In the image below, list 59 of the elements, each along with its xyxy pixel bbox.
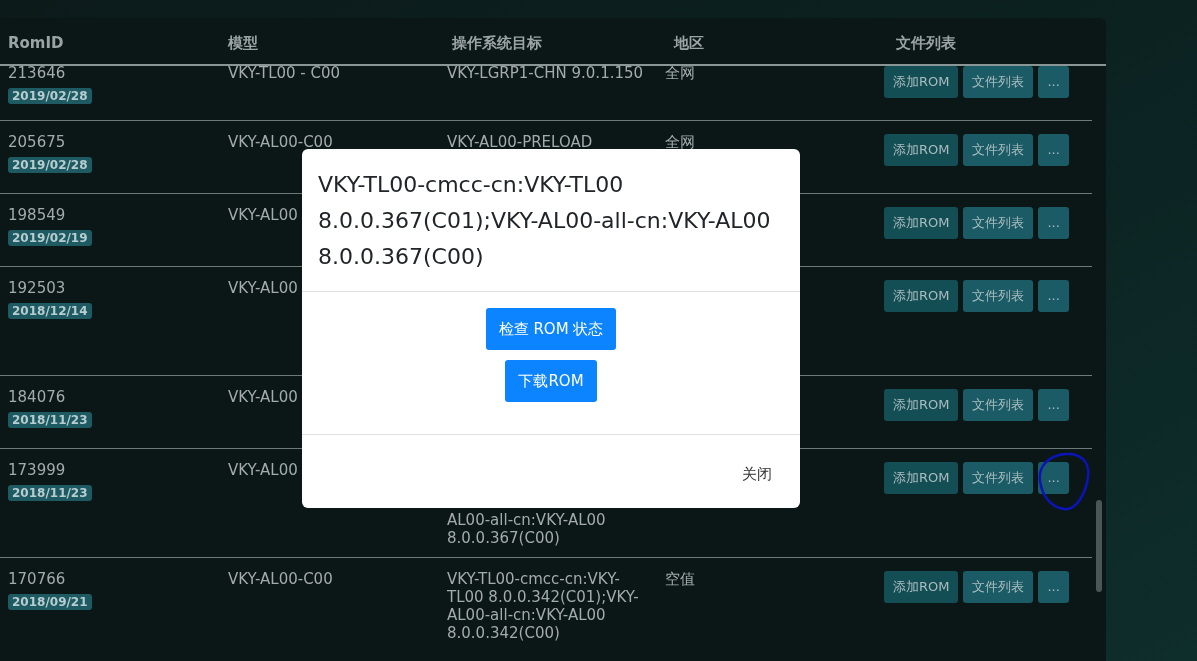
add-rom-button[interactable]: 添加ROM	[884, 462, 959, 494]
add-rom-button[interactable]: 添加ROM	[884, 134, 959, 166]
rom-id: 184076	[8, 388, 66, 406]
column-header: 地区	[674, 33, 704, 54]
date-badge: 2018/11/23	[8, 412, 92, 428]
date-badge: 2019/02/28	[8, 157, 92, 173]
os-target-text: AL00-all-cn:VKY-AL00 8.0.0.367(C00)	[447, 511, 607, 547]
os-target-text: VKY-LGRP1-CHN 9.0.1.150	[447, 64, 645, 82]
os-target-text: VKY-TL00-cmcc-cn:VKY-TL00 8.0.0.342(C01);VKY-AL00-all-cn:VKY-AL00 8.0.0.342(C00)	[447, 570, 640, 642]
date-badge: 2018/11/23	[8, 485, 92, 501]
more-button[interactable]: ...	[1038, 462, 1069, 494]
column-header: 操作系统目标	[452, 33, 542, 54]
date-badge: 2019/02/28	[8, 88, 92, 104]
add-rom-button[interactable]: 添加ROM	[884, 280, 959, 312]
model-text: VKY-AL00	[228, 388, 298, 406]
more-button[interactable]: ...	[1038, 207, 1069, 239]
file-list-button[interactable]: 文件列表	[963, 280, 1034, 312]
column-header: 文件列表	[896, 33, 956, 54]
region-text: 全网	[665, 64, 695, 82]
file-list-button[interactable]: 文件列表	[963, 66, 1034, 98]
file-list-button[interactable]: 文件列表	[963, 207, 1034, 239]
add-rom-button[interactable]: 添加ROM	[884, 389, 959, 421]
more-button[interactable]: ...	[1038, 389, 1069, 421]
model-text: VKY-AL00	[228, 206, 298, 224]
model-text: VKY-AL00-C00	[228, 133, 333, 151]
date-badge: 2019/02/19	[8, 230, 92, 246]
more-button[interactable]: ...	[1038, 66, 1069, 98]
file-list-button[interactable]: 文件列表	[963, 389, 1034, 421]
rom-id: 213646	[8, 64, 66, 82]
region-text: 全网	[665, 133, 695, 151]
add-rom-button[interactable]: 添加ROM	[884, 571, 959, 603]
rom-id: 170766	[8, 570, 66, 588]
add-rom-button[interactable]: 添加ROM	[884, 66, 959, 98]
file-list-button[interactable]: 文件列表	[963, 134, 1034, 166]
more-button[interactable]: ...	[1038, 280, 1069, 312]
date-badge: 2018/09/21	[8, 594, 92, 610]
model-text: VKY-AL00	[228, 279, 298, 297]
file-list-button[interactable]: 文件列表	[963, 462, 1034, 494]
region-text: 空值	[665, 570, 695, 588]
download-button[interactable]: 下载ROM	[505, 360, 597, 402]
rom-id: 173999	[8, 461, 66, 479]
close-button[interactable]: 关闭	[730, 463, 784, 486]
more-button[interactable]: ...	[1038, 134, 1069, 166]
more-button[interactable]: ...	[1038, 571, 1069, 603]
file-list-button[interactable]: 文件列表	[963, 571, 1034, 603]
model-text: VKY-TL00 - C00	[228, 64, 341, 82]
column-header: 模型	[228, 33, 258, 54]
rom-id: 205675	[8, 133, 66, 151]
column-header: RomID	[8, 33, 64, 54]
model-text: VKY-AL00	[228, 461, 298, 479]
add-rom-button[interactable]: 添加ROM	[884, 207, 959, 239]
check-status-button[interactable]: 检查 ROM 状态	[485, 308, 617, 350]
model-text: VKY-AL00-C00	[228, 570, 333, 588]
modal-title: VKY-TL00-cmcc-cn:VKY-TL00 8.0.0.367(C01);VKY-AL00-all-cn:VKY-AL00 8.0.0.367(C00)	[302, 149, 800, 292]
os-target-text: VKY-AL00-PRELOAD	[447, 133, 594, 151]
rom-id: 198549	[8, 206, 66, 224]
date-badge: 2018/12/14	[8, 303, 92, 319]
rom-id: 192503	[8, 279, 66, 297]
scrollbar-thumb[interactable]	[1096, 500, 1102, 592]
